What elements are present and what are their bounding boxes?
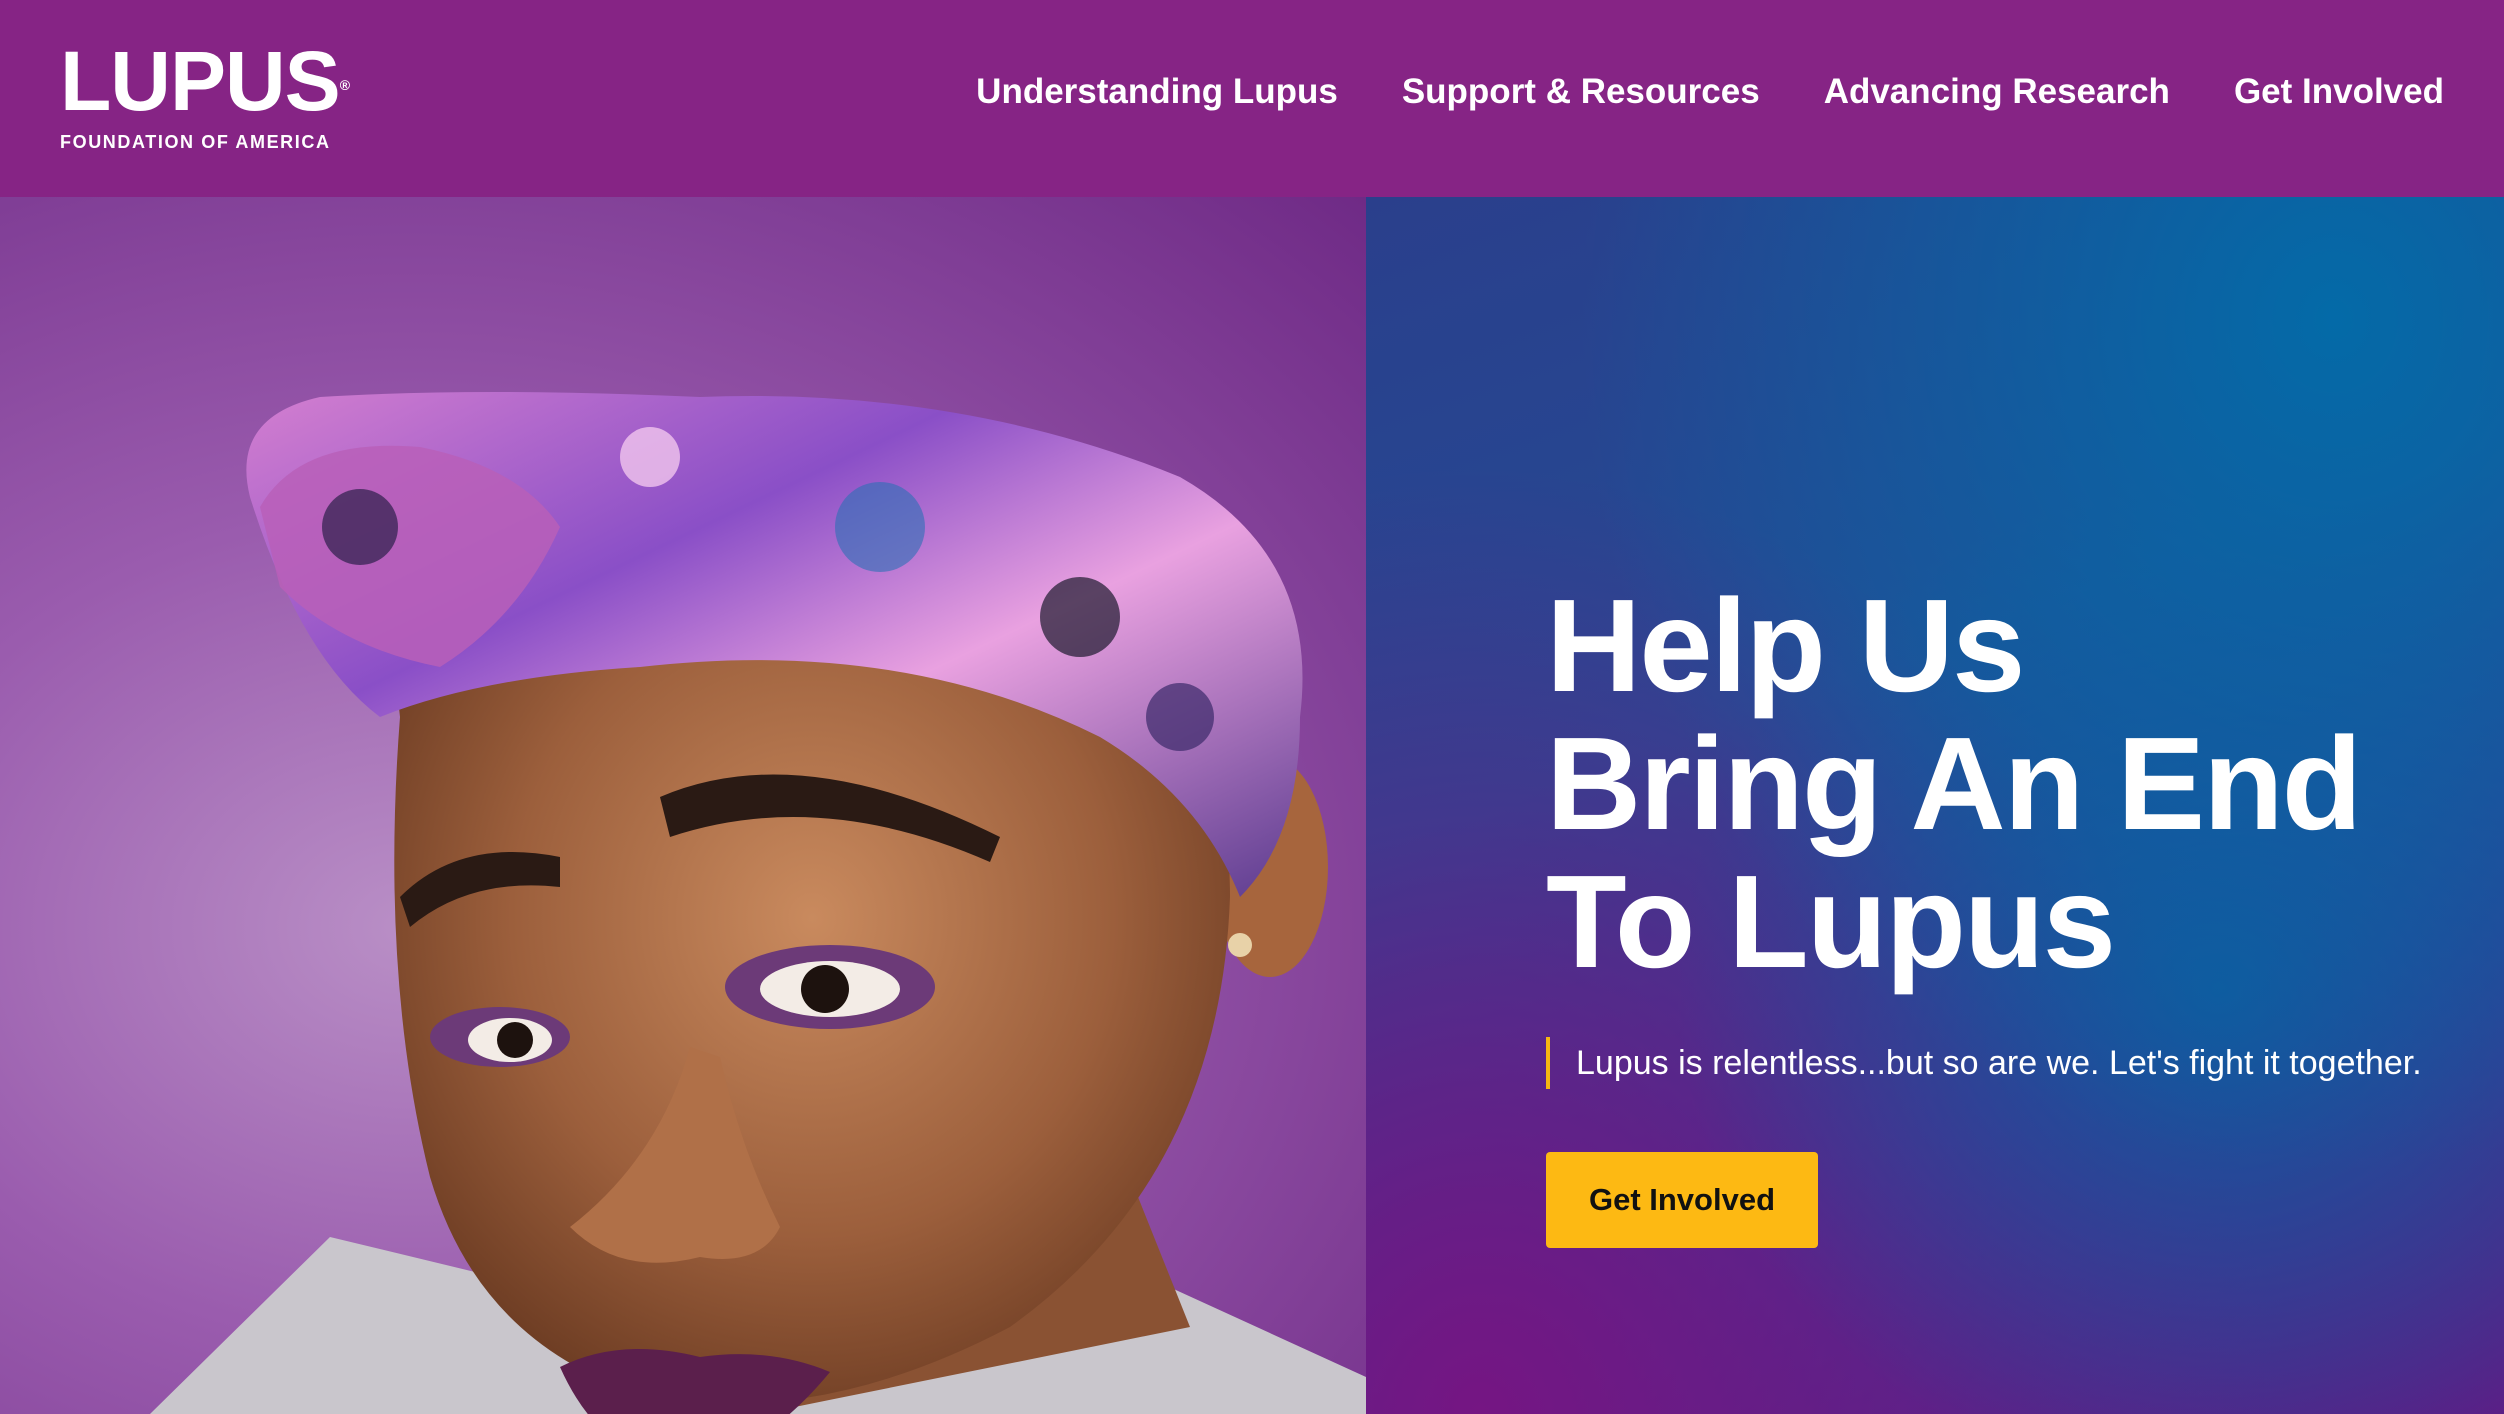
main-nav: Understanding Lupus Support & Resources … <box>976 72 2444 112</box>
nav-get-involved[interactable]: Get Involved <box>2234 72 2444 112</box>
hero-headline-line: Bring An End <box>1546 710 2362 857</box>
logo-subtitle: FOUNDATION OF AMERICA <box>60 132 331 152</box>
logo-wordmark: LUPUS® <box>60 39 350 123</box>
site-header: LUPUS® FOUNDATION OF AMERICA Understandi… <box>0 0 2504 197</box>
lupus-logo[interactable]: LUPUS® FOUNDATION OF AMERICA <box>60 39 350 153</box>
nav-advancing-research[interactable]: Advancing Research <box>1824 72 2170 112</box>
hero-headline: Help Us Bring An End To Lupus <box>1546 577 2446 991</box>
logo-word-text: LUPUS <box>60 34 341 128</box>
get-involved-button[interactable]: Get Involved <box>1546 1152 1818 1248</box>
hero-tagline: Lupus is relentless...but so are we. Let… <box>1546 1037 2422 1089</box>
nav-support-resources[interactable]: Support & Resources <box>1402 72 1760 112</box>
hero-headline-line: Help Us <box>1546 572 2025 719</box>
hero-portrait-image <box>0 197 1366 1414</box>
hero-panel: Help Us Bring An End To Lupus Lupus is r… <box>1366 197 2504 1414</box>
logo-registered-mark: ® <box>339 77 350 93</box>
portrait-illustration <box>150 392 1366 1414</box>
hero-headline-line: To Lupus <box>1546 848 2116 995</box>
nav-understanding-lupus[interactable]: Understanding Lupus <box>976 72 1338 112</box>
